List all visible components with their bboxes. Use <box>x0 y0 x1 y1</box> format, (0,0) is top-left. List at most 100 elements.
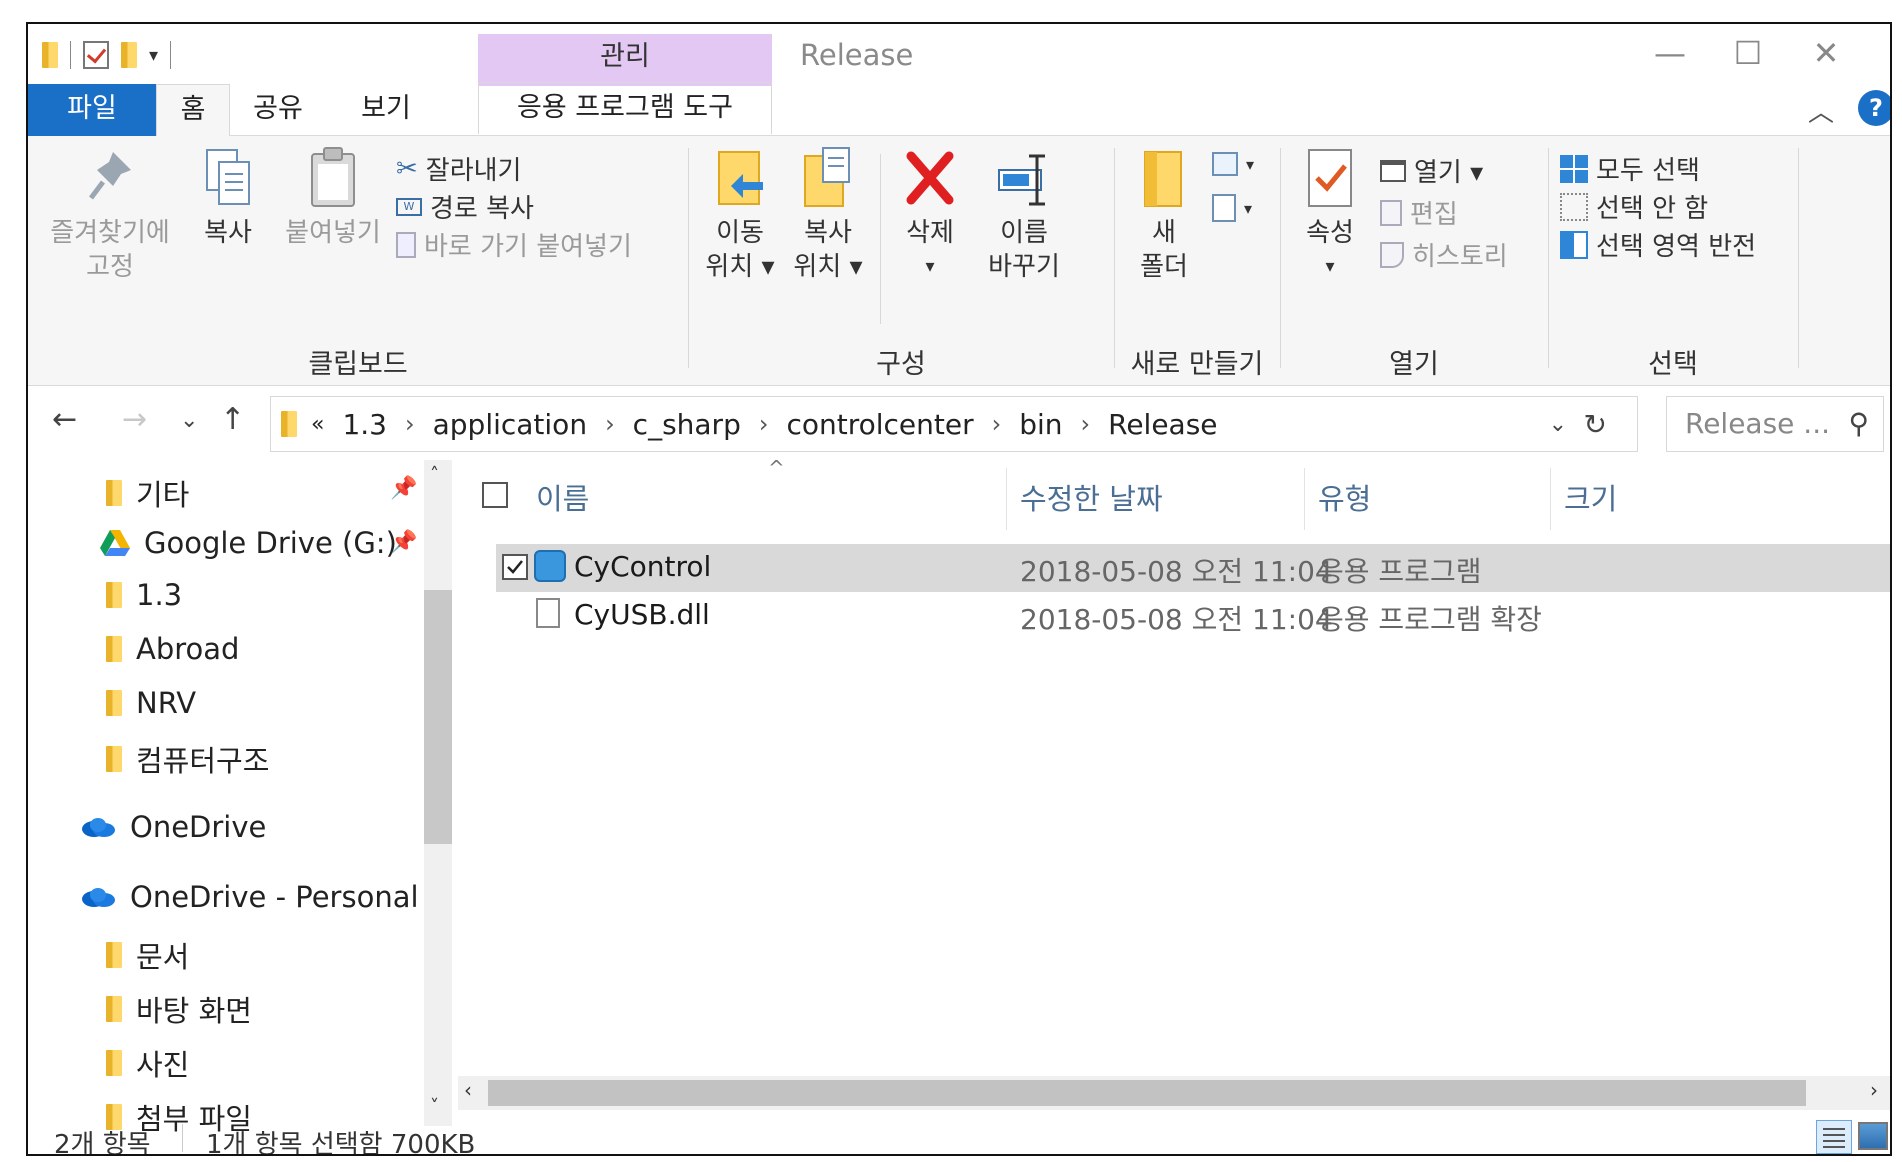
details-view-icon[interactable] <box>1816 1120 1852 1154</box>
tab-app-tools[interactable]: 응용 프로그램 도구 <box>478 82 772 134</box>
scroll-up-icon[interactable]: ˄ <box>430 464 439 485</box>
scrollbar-thumb[interactable] <box>424 590 452 844</box>
nav-item-documents[interactable]: 문서 <box>106 934 189 976</box>
table-row[interactable]: CyUSB.dll 2018-05-08 오전 11:04 응용 프로그램 확장 <box>496 592 1890 640</box>
column-header-name[interactable]: 이름 <box>536 476 589 518</box>
breadcrumb-item[interactable]: 1.3 <box>342 408 387 441</box>
nav-item-gita[interactable]: 기타 <box>106 472 189 514</box>
tab-view[interactable]: 보기 <box>326 84 446 136</box>
open-button[interactable]: 열기 ▾ <box>1380 152 1483 189</box>
divider <box>688 148 689 368</box>
copy-to-button[interactable]: 복사 위치 ▾ <box>788 146 868 284</box>
invert-selection-button[interactable]: 선택 영역 반전 <box>1560 226 1756 263</box>
easy-access-button[interactable]: ▾ <box>1212 194 1252 222</box>
search-input[interactable]: Release ... ⚲ <box>1666 396 1884 452</box>
breadcrumb-item[interactable]: application <box>433 408 587 441</box>
nav-item-label: 컴퓨터구조 <box>136 744 270 778</box>
chevron-down-icon[interactable]: ▾ <box>149 45 158 66</box>
row-checkbox[interactable] <box>502 554 528 580</box>
copy-icon <box>201 146 255 210</box>
chevron-right-icon[interactable]: › <box>405 410 415 438</box>
copy-button[interactable]: 복사 <box>188 146 268 250</box>
tab-share[interactable]: 공유 <box>230 84 326 136</box>
close-button[interactable]: ✕ <box>1796 30 1856 82</box>
paste-button[interactable]: 붙여넣기 <box>278 146 388 250</box>
new-folder-button[interactable]: 새 폴더 <box>1124 146 1204 284</box>
scroll-down-icon[interactable]: ˅ <box>430 1096 439 1117</box>
minimize-button[interactable]: — <box>1640 30 1700 82</box>
column-header-type[interactable]: 유형 <box>1318 476 1371 518</box>
delete-dropdown-icon[interactable]: ▾ <box>890 250 970 284</box>
nav-item-abroad[interactable]: Abroad <box>106 632 239 666</box>
tab-file[interactable]: 파일 <box>28 84 156 136</box>
edit-button[interactable]: 편집 <box>1380 194 1458 231</box>
breadcrumb-item[interactable]: bin <box>1019 408 1062 441</box>
delete-button[interactable]: 삭제 ▾ <box>890 146 970 284</box>
refresh-icon[interactable]: ↻ <box>1584 408 1607 441</box>
chevron-right-icon[interactable]: › <box>605 410 615 438</box>
properties-checkmark-icon[interactable] <box>83 41 109 69</box>
forward-arrow-icon[interactable]: → <box>122 402 147 437</box>
nav-item-nrv[interactable]: NRV <box>106 686 196 720</box>
nav-item-pictures[interactable]: 사진 <box>106 1042 189 1084</box>
new-folder-icon[interactable] <box>121 42 137 68</box>
nav-item-google-drive[interactable]: Google Drive (G:) <box>100 526 397 560</box>
address-bar[interactable]: « 1.3 › application › c_sharp › controlcent… <box>270 396 1638 452</box>
divider <box>1798 148 1799 368</box>
window-title: Release <box>800 38 914 72</box>
copy-path-button[interactable]: W 경로 복사 <box>396 188 534 225</box>
select-all-button[interactable]: 모두 선택 <box>1560 150 1700 187</box>
scroll-right-icon[interactable]: › <box>1870 1078 1878 1102</box>
copy-path-label: 경로 복사 <box>430 194 534 224</box>
select-none-button[interactable]: 선택 안 함 <box>1560 188 1708 225</box>
copy-label: 복사 <box>204 218 252 248</box>
rename-button[interactable]: 이름 바꾸기 <box>974 146 1074 284</box>
nav-item-onedrive-personal[interactable]: OneDrive - Personal <box>80 880 419 914</box>
select-all-checkbox[interactable] <box>482 482 508 508</box>
nav-item-onedrive[interactable]: OneDrive <box>80 810 266 844</box>
rename-icon <box>997 146 1051 210</box>
breadcrumb-item[interactable]: c_sharp <box>633 408 741 441</box>
cut-button[interactable]: ✂ 잘라내기 <box>396 150 521 187</box>
scrollbar-thumb[interactable] <box>488 1080 1806 1106</box>
help-icon[interactable]: ? <box>1858 90 1890 126</box>
up-arrow-icon[interactable]: ↑ <box>220 402 245 437</box>
column-header-date[interactable]: 수정한 날짜 <box>1020 476 1163 518</box>
rename-label: 이름 <box>1000 218 1048 248</box>
properties-label: 속성 <box>1306 218 1354 248</box>
chevron-right-icon[interactable]: › <box>759 410 769 438</box>
sort-ascending-icon: ^ <box>768 456 785 480</box>
column-header-size[interactable]: 크기 <box>1564 476 1617 518</box>
back-arrow-icon[interactable]: ← <box>52 402 77 437</box>
breadcrumb-item[interactable]: controlcenter <box>786 408 973 441</box>
delete-x-icon <box>903 146 957 210</box>
divider <box>182 1124 183 1152</box>
nav-pane-scrollbar[interactable]: ˄ ˅ <box>424 460 452 1126</box>
breadcrumb-overflow[interactable]: « <box>311 412 324 437</box>
move-to-button[interactable]: 이동 위치 ▾ <box>700 146 780 284</box>
file-list-horizontal-scrollbar[interactable]: ‹ › <box>458 1076 1890 1110</box>
history-button[interactable]: 히스토리 <box>1380 236 1508 273</box>
new-item-button[interactable]: ▾ <box>1212 152 1254 176</box>
pin-to-quick-access-button[interactable]: 즐겨찾기에 고정 <box>40 146 180 284</box>
chevron-down-icon: ▾ <box>1246 154 1255 174</box>
recent-locations-chevron-icon[interactable]: ⌄ <box>180 408 198 433</box>
table-row[interactable]: CyControl 2018-05-08 오전 11:04 응용 프로그램 <box>496 544 1890 592</box>
nav-item-1-3[interactable]: 1.3 <box>106 578 182 612</box>
breadcrumb-current[interactable]: Release <box>1108 408 1217 441</box>
collapse-ribbon-icon[interactable]: ︿ <box>1808 92 1834 129</box>
chevron-right-icon[interactable]: › <box>1081 410 1091 438</box>
large-icons-view-icon[interactable] <box>1858 1122 1888 1150</box>
properties-dropdown-icon[interactable]: ▾ <box>1290 250 1370 284</box>
scroll-left-icon[interactable]: ‹ <box>464 1078 472 1102</box>
nav-item-computer-architecture[interactable]: 컴퓨터구조 <box>106 738 269 780</box>
chevron-right-icon[interactable]: › <box>992 410 1002 438</box>
nav-item-desktop[interactable]: 바탕 화면 <box>106 988 252 1030</box>
context-tab-manage[interactable]: 관리 <box>478 34 772 86</box>
maximize-button[interactable]: ☐ <box>1718 30 1778 82</box>
paste-shortcut-button[interactable]: 바로 가기 붙여넣기 <box>396 226 632 263</box>
address-dropdown-icon[interactable]: ⌄ <box>1549 412 1567 437</box>
tab-home[interactable]: 홈 <box>156 84 230 136</box>
google-drive-icon <box>100 530 130 556</box>
properties-button[interactable]: 속성 ▾ <box>1290 146 1370 284</box>
